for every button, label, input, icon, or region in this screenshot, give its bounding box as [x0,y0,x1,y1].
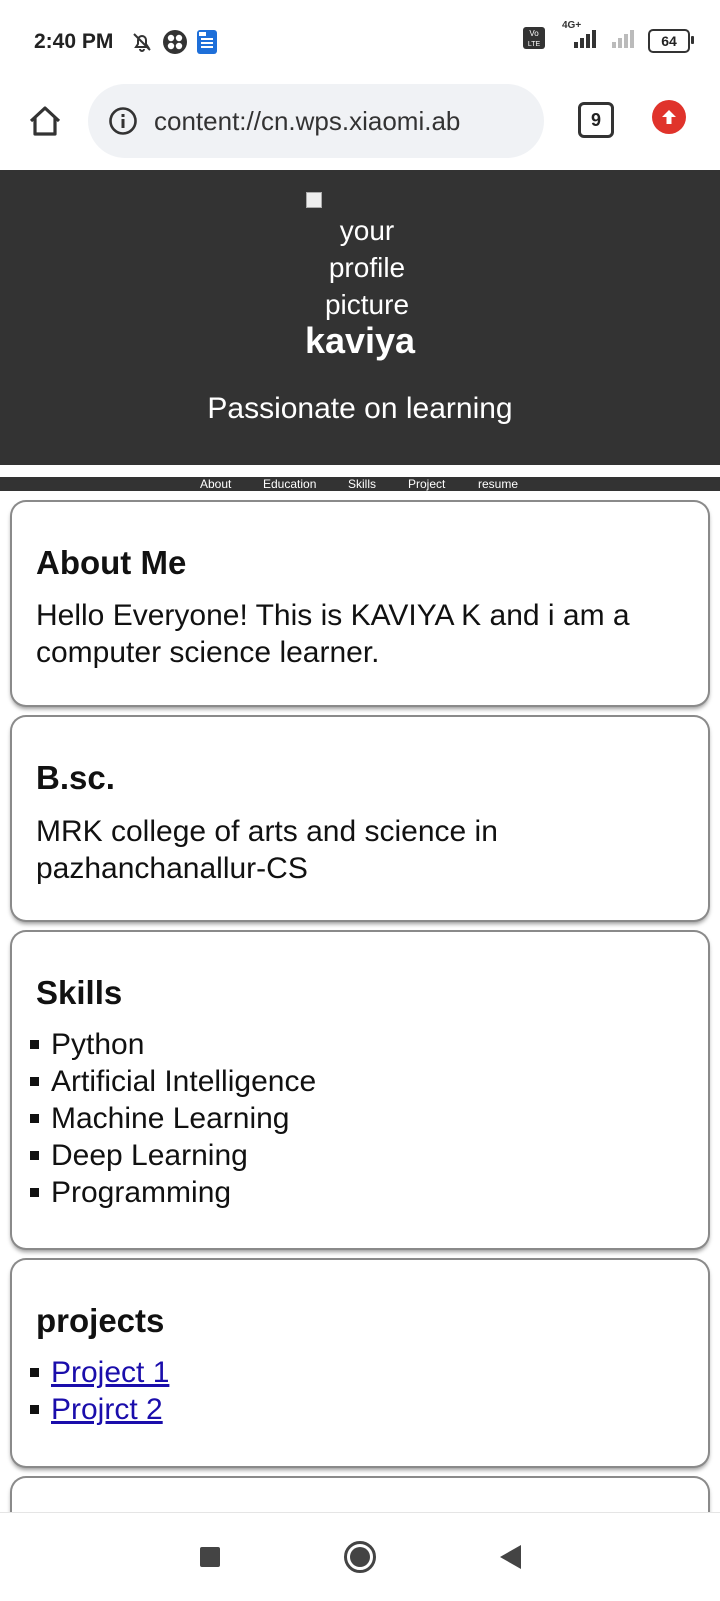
signal-weak-icon [610,26,638,55]
home-circle-icon [344,1541,376,1573]
list-item: Programming [28,1174,316,1211]
list-item: Artificial Intelligence [28,1063,316,1100]
bullet-marker [30,1077,39,1086]
svg-text:LTE: LTE [528,41,541,48]
list-item: Machine Learning [28,1100,316,1137]
home-button[interactable] [24,100,66,142]
upload-button[interactable] [652,100,686,134]
status-bar: 2:40 PM Vo LTE 4G+ 64 [0,0,720,80]
skill-label: Machine Learning [51,1102,290,1135]
app-icon [162,29,188,60]
bullet-marker [30,1368,39,1377]
profile-tagline: Passionate on learning [207,392,513,425]
skill-label: Programming [51,1176,232,1209]
skills-list: Python Artificial Intelligence Machine L… [28,1026,316,1211]
project-2-link[interactable]: Projrct 2 [51,1391,163,1428]
alt-line: your [339,215,395,246]
address-bar[interactable]: content://cn.wps.xiaomi.ab [88,84,544,158]
about-text: Hello Everyone! This is KAVIYA K and i a… [36,599,630,669]
back-button[interactable] [486,1533,534,1581]
about-section: About Me Hello Everyone! This is KAVIYA … [12,502,708,705]
bullet-marker [30,1040,39,1049]
bell-off-icon [130,30,154,59]
skill-label: Artificial Intelligence [51,1065,317,1098]
tabs-button[interactable]: 9 [578,102,614,138]
bullet-marker [30,1151,39,1160]
system-status-icons: Vo LTE 4G+ 64 [522,20,694,55]
profile-picture-alt-text: your profile picture [312,212,422,323]
bullet-marker [30,1188,39,1197]
alt-line: profile [328,252,406,283]
projects-title: projects [36,1302,165,1339]
education-text: MRK college of arts and science in pazha… [36,815,498,885]
nav-link-education[interactable]: Education [263,477,316,491]
education-section: B.sc. MRK college of arts and science in… [12,717,708,920]
skills-section: Skills Python Artificial Intelligence Ma… [12,932,708,1248]
section-nav: About Education Skills Project resume [0,477,720,491]
network-type-label: 4G+ [562,20,582,31]
about-title: About Me [36,544,187,581]
notification-icons [130,29,218,60]
docs-icon [196,29,218,60]
signal-icon: 4G+ [556,20,600,55]
education-title: B.sc. [36,759,115,796]
list-item: Project 1 [28,1354,169,1391]
status-time: 2:40 PM [34,30,114,53]
info-icon[interactable] [108,106,138,136]
list-item: Projrct 2 [28,1391,169,1428]
broken-image-icon [306,192,322,208]
projects-list: Project 1 Projrct 2 [28,1354,169,1428]
nav-link-resume[interactable]: resume [478,477,518,491]
nav-link-about[interactable]: About [200,477,231,491]
recents-button[interactable] [186,1533,234,1581]
profile-header: your profile picture kaviya Passionate o… [0,170,720,465]
recents-icon [200,1547,220,1567]
profile-name: kaviya [304,320,416,361]
alt-line: picture [324,289,410,320]
skills-title: Skills [36,974,123,1011]
battery-icon: 64 [648,28,694,53]
browser-toolbar: content://cn.wps.xiaomi.ab 9 [0,80,720,168]
nav-link-project[interactable]: Project [408,477,445,491]
list-item: Deep Learning [28,1137,316,1174]
projects-section: projects Project 1 Projrct 2 [12,1260,708,1466]
home-nav-button[interactable] [336,1533,384,1581]
volte-icon: Vo LTE [522,26,546,55]
nav-link-skills[interactable]: Skills [348,477,376,491]
back-icon [500,1545,521,1569]
url-text: content://cn.wps.xiaomi.ab [154,105,461,136]
bullet-marker [30,1405,39,1414]
project-1-link[interactable]: Project 1 [51,1354,169,1391]
bullet-marker [30,1114,39,1123]
upload-icon [662,110,676,124]
system-navigation-bar [0,1512,720,1601]
svg-text:Vo: Vo [529,29,539,38]
home-icon [29,106,61,136]
skill-label: Deep Learning [51,1139,248,1172]
list-item: Python [28,1026,316,1063]
skill-label: Python [51,1028,145,1061]
